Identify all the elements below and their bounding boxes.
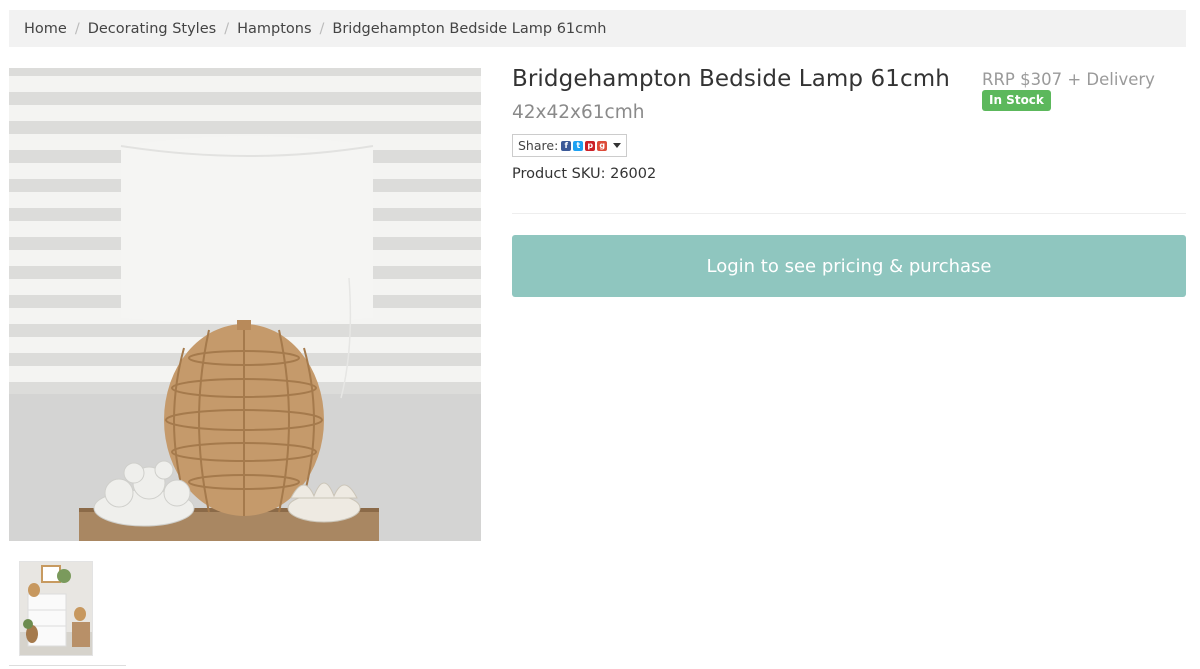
- google-plus-icon[interactable]: g: [597, 140, 608, 151]
- share-label: Share:: [518, 138, 559, 153]
- product-title: Bridgehampton Bedside Lamp 61cmh: [512, 66, 950, 92]
- breadcrumb: Home / Decorating Styles / Hamptons / Br…: [9, 10, 1186, 47]
- product-dimensions: 42x42x61cmh: [512, 102, 645, 123]
- stock-status-badge: In Stock: [982, 90, 1051, 111]
- pinterest-icon[interactable]: p: [585, 140, 596, 151]
- product-main-image[interactable]: [9, 68, 481, 541]
- breadcrumb-separator: /: [224, 20, 230, 37]
- breadcrumb-decorating-styles[interactable]: Decorating Styles: [88, 21, 216, 37]
- breadcrumb-separator: /: [74, 20, 80, 37]
- share-dropdown[interactable]: Share: f t p g: [512, 134, 628, 157]
- breadcrumb-home[interactable]: Home: [24, 21, 67, 37]
- section-divider: [512, 213, 1186, 214]
- product-thumbnail[interactable]: [19, 561, 93, 656]
- thumbnail-divider: [9, 665, 126, 666]
- product-price: RRP $307 + Delivery: [982, 70, 1155, 89]
- twitter-icon[interactable]: t: [573, 140, 584, 151]
- facebook-icon[interactable]: f: [561, 140, 572, 151]
- caret-down-icon[interactable]: [613, 143, 622, 148]
- login-to-purchase-button[interactable]: Login to see pricing & purchase: [512, 235, 1186, 297]
- product-sku: Product SKU: 26002: [512, 166, 657, 182]
- breadcrumb-current: Bridgehampton Bedside Lamp 61cmh: [332, 20, 607, 37]
- breadcrumb-hamptons[interactable]: Hamptons: [237, 21, 311, 37]
- breadcrumb-separator: /: [319, 20, 325, 37]
